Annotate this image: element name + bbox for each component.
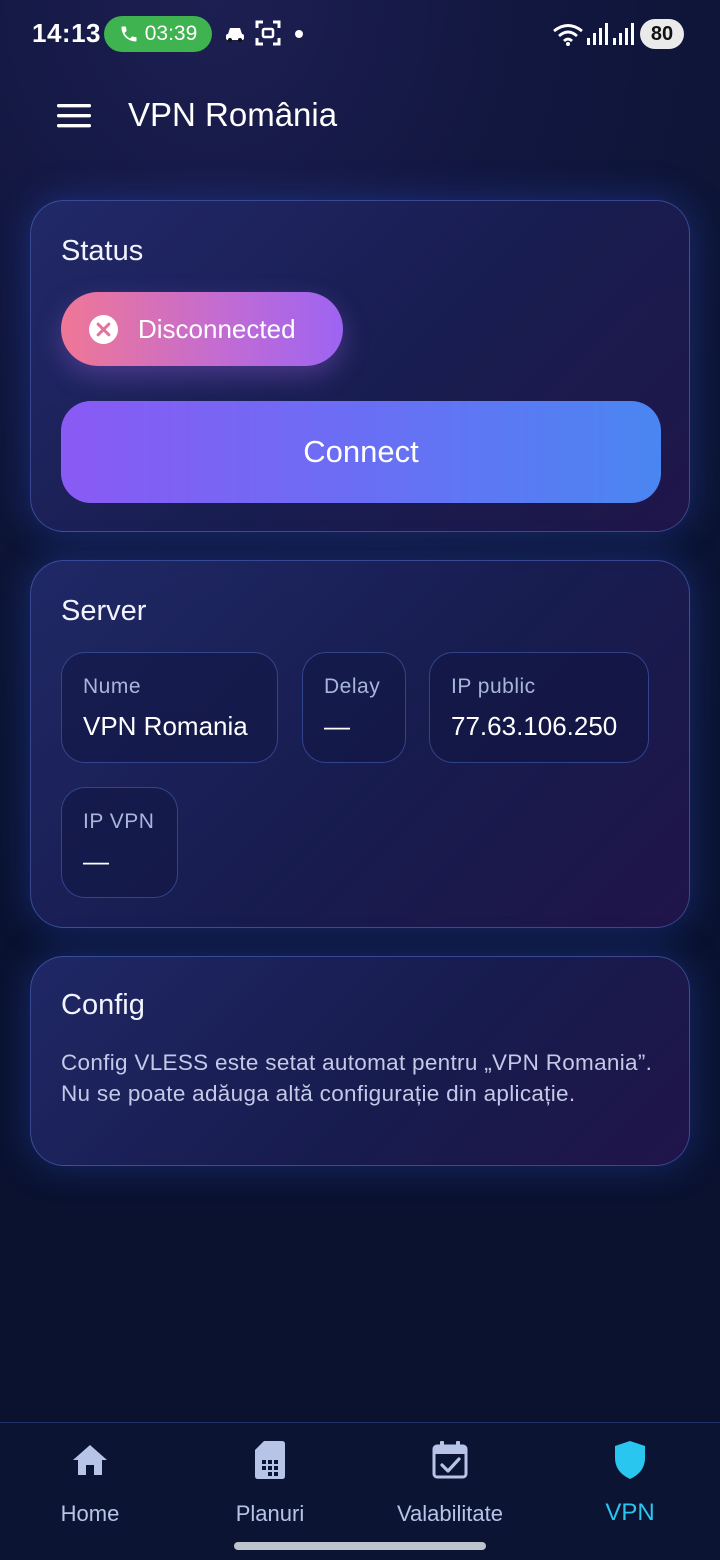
- vpn-ip-value: —: [83, 846, 109, 876]
- public-ip-label: IP public: [451, 675, 536, 698]
- delay-value: —: [324, 711, 350, 741]
- server-name-tile: Nume VPN Romania: [61, 652, 278, 763]
- server-name-label: Nume: [83, 675, 142, 698]
- hamburger-menu-icon: [57, 104, 91, 128]
- delay-label: Delay: [324, 675, 381, 698]
- sim-card-icon: [249, 1439, 291, 1481]
- connection-status-badge: Disconnected: [61, 292, 343, 366]
- signal-icon: [613, 23, 634, 45]
- server-card: Server Nume VPN Romania Delay — IP publi…: [30, 560, 690, 928]
- wifi-icon: [553, 24, 583, 46]
- app-bar: VPN România: [0, 80, 720, 152]
- config-card: Config Config VLESS este setat automat p…: [30, 956, 690, 1166]
- config-description: Config VLESS este setat automat pentru „…: [61, 1050, 653, 1106]
- public-ip-value: 77.63.106.250: [451, 711, 618, 741]
- menu-button[interactable]: [46, 92, 102, 140]
- nav-item-planuri[interactable]: Planuri: [180, 1423, 360, 1533]
- notification-dot: [295, 30, 303, 38]
- call-duration: 03:39: [144, 22, 198, 45]
- screenshot-icon: [255, 20, 281, 46]
- connection-status-label: Disconnected: [138, 313, 296, 344]
- delay-tile: Delay —: [302, 652, 406, 763]
- status-card-title: Status: [61, 235, 144, 267]
- signal-icon: [587, 23, 608, 45]
- close-circle-icon: [89, 314, 118, 344]
- nav-item-home[interactable]: Home: [0, 1423, 180, 1533]
- vpn-ip-tile: IP VPN —: [61, 787, 178, 898]
- status-card: Status Disconnected Connect: [30, 200, 690, 532]
- home-gesture-bar[interactable]: [234, 1542, 486, 1550]
- system-status-bar: 14:13 03:39 80: [0, 0, 720, 70]
- nav-item-vpn[interactable]: VPN: [540, 1423, 720, 1533]
- nav-label-vpn: VPN: [605, 1499, 655, 1526]
- nav-label-valabilitate: Valabilitate: [397, 1501, 503, 1526]
- car-icon: [226, 28, 244, 42]
- nav-item-valabilitate[interactable]: Valabilitate: [360, 1423, 540, 1533]
- bottom-navigation: Home Planuri Valabilitate VPN: [0, 1422, 720, 1560]
- server-name-value: VPN Romania: [83, 711, 248, 741]
- calendar-check-icon: [429, 1439, 471, 1481]
- connect-button[interactable]: Connect: [61, 401, 661, 503]
- ongoing-call-chip[interactable]: 03:39: [104, 16, 212, 52]
- public-ip-tile: IP public 77.63.106.250: [429, 652, 649, 763]
- battery-indicator: 80: [640, 19, 684, 49]
- nav-label-home: Home: [60, 1501, 120, 1526]
- shield-icon: [609, 1439, 651, 1481]
- home-icon: [69, 1439, 111, 1481]
- page-title: VPN România: [128, 96, 338, 133]
- server-card-title: Server: [61, 595, 147, 627]
- clock: 14:13: [32, 18, 101, 48]
- nav-label-planuri: Planuri: [235, 1501, 305, 1526]
- vpn-ip-label: IP VPN: [83, 810, 155, 833]
- phone-icon: [121, 26, 137, 42]
- config-card-title: Config: [61, 989, 145, 1021]
